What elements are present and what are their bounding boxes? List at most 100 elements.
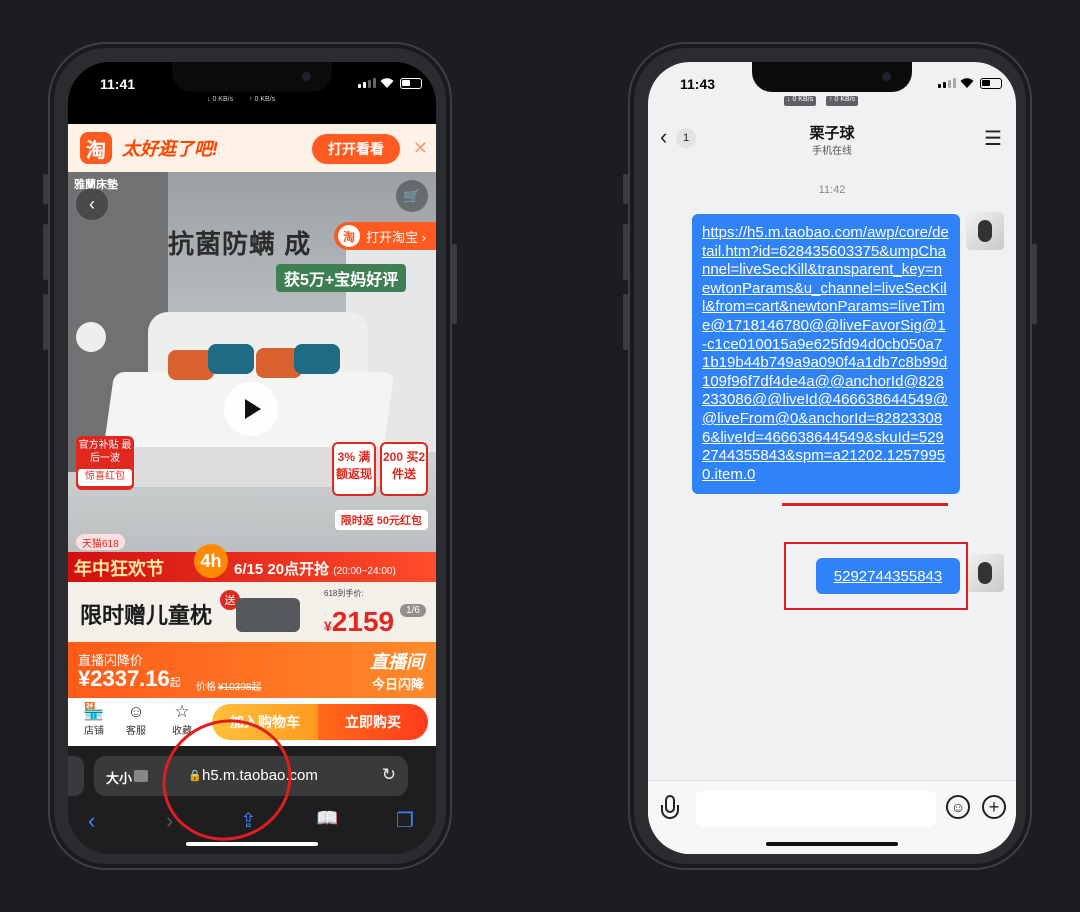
service-label: 客服: [126, 726, 146, 737]
rebate-badge: 限时返 50元红包: [334, 510, 428, 530]
bookmarks-icon[interactable]: 📖: [316, 808, 338, 829]
link-message-bubble[interactable]: https://h5.m.taobao.com/awp/core/detail.…: [692, 214, 960, 495]
festival-title: 年中狂欢节: [74, 559, 164, 579]
address-bar[interactable]: 大小 🔒 h5.m.taobao.com ↻: [94, 756, 408, 796]
lock-icon: 🔒: [188, 770, 202, 782]
camera-icon: [302, 72, 311, 81]
screen: 11:43 ↓ 0 KB/s ↑ 0 KB/s ‹ 1 栗子球 手机在线 ☰ 1…: [648, 62, 1016, 854]
close-icon[interactable]: ✕: [413, 138, 428, 159]
status-time: 11:41: [100, 76, 136, 92]
flash-price: ¥2337.16起: [78, 666, 181, 692]
phone-right: 11:43 ↓ 0 KB/s ↑ 0 KB/s ‹ 1 栗子球 手机在线 ☰ 1…: [623, 42, 1037, 870]
extension-icon[interactable]: [134, 770, 148, 782]
url-text[interactable]: h5.m.taobao.com: [202, 767, 318, 784]
gift-price-value: 2159: [331, 606, 395, 637]
tabs-icon[interactable]: ❐: [396, 808, 414, 833]
net-up: ↑ 0 KB/s: [826, 96, 859, 106]
product-link[interactable]: https://h5.m.taobao.com/awp/core/detail.…: [702, 224, 949, 483]
add-to-cart-button[interactable]: 加入购物车: [212, 704, 318, 740]
pillow-teal-2: [294, 344, 340, 374]
reload-icon[interactable]: ↻: [382, 765, 396, 785]
orig-label: 价格: [196, 682, 216, 693]
wifi-icon: [960, 78, 974, 88]
menu-icon[interactable]: ☰: [984, 126, 1002, 151]
cart-icon[interactable]: 🛒: [396, 180, 428, 212]
forward-icon[interactable]: ›: [166, 808, 173, 834]
store-icon: 🏪: [83, 702, 105, 721]
buy-now-button[interactable]: 立即购买: [318, 704, 428, 740]
coupon-buy2: 200 买2件送: [380, 442, 428, 496]
notch: [172, 62, 332, 92]
previous-tab-peek[interactable]: [68, 756, 84, 796]
open-taobao-button[interactable]: 淘 打开淘宝 ›: [334, 222, 436, 250]
pillow-teal: [208, 344, 254, 374]
customer-service-button[interactable]: ☺ 客服: [118, 702, 154, 737]
taobao-logo-icon: 淘: [80, 132, 112, 164]
promo-headline: 抗菌防螨 成: [168, 229, 312, 259]
mute-switch: [623, 174, 628, 204]
safari-toolbar: ‹ › ⇪ 📖 ❐: [68, 806, 436, 836]
festival-time-main: 6/15 20点开抢: [234, 561, 330, 578]
chat-header: ‹ 1 栗子球 手机在线 ☰: [648, 118, 1016, 162]
home-indicator[interactable]: [186, 842, 318, 846]
red-packet-label: 惊喜红包: [78, 469, 132, 486]
emoji-icon[interactable]: ☺: [946, 795, 970, 819]
volume-down-button: [43, 294, 48, 350]
taobao-logo-icon: 淘: [338, 225, 361, 247]
annotation-box: [784, 542, 968, 610]
home-indicator[interactable]: [766, 842, 898, 846]
contact-status: 手机在线: [812, 146, 852, 157]
festival-time-sub: (20:00~24:00): [333, 566, 396, 577]
page-menu-button[interactable]: 大小: [106, 768, 132, 787]
phone-left: 11:41 ↓ 0 KB/s ↑ 0 KB/s 淘 太好逛了吧! 打开看看 ✕: [43, 42, 457, 870]
open-app-button[interactable]: 打开看看: [312, 134, 400, 164]
gift-banner: 限时赠儿童枕 送 618到手价: ¥2159: [68, 582, 436, 642]
gift-price: ¥2159: [324, 606, 394, 638]
screen: 11:41 ↓ 0 KB/s ↑ 0 KB/s 淘 太好逛了吧! 打开看看 ✕: [68, 62, 436, 854]
image-index: 1/6: [400, 604, 426, 617]
festival-banner: 年中狂欢节 4h 6/15 20点开抢 (20:00~24:00): [68, 544, 436, 582]
volume-down-button: [623, 294, 628, 350]
annotation-underline: [782, 503, 948, 506]
status-time: 11:43: [680, 76, 716, 92]
flash-price-value: ¥2337.16: [78, 666, 170, 691]
taobao-app-banner: 淘 太好逛了吧! 打开看看 ✕: [68, 124, 436, 172]
tmall-618-tag: 天猫618: [76, 534, 125, 550]
wifi-icon: [380, 78, 394, 88]
avatar[interactable]: [966, 212, 1004, 250]
banner-slogan: 太好逛了吧!: [122, 139, 218, 159]
signal-icon: [938, 78, 956, 88]
camera-icon: [882, 72, 891, 81]
store-button[interactable]: 🏪 店铺: [76, 702, 112, 737]
mic-icon[interactable]: [660, 795, 680, 825]
volume-up-button: [623, 224, 628, 280]
plus-icon[interactable]: +: [982, 795, 1006, 819]
coupon-cashback: 3% 满额返现: [332, 442, 376, 496]
volume-up-button: [43, 224, 48, 280]
live-room-label[interactable]: 直播间: [370, 648, 424, 674]
share-icon[interactable]: ⇪: [240, 808, 257, 833]
product-action-bar: 🏪 店铺 ☺ 客服 ☆ 收藏 加入购物车 立即购买: [68, 698, 436, 746]
message-input[interactable]: [696, 791, 936, 827]
battery-icon: [400, 78, 422, 89]
child-pillow-image: [236, 598, 300, 632]
star-icon: ☆: [174, 702, 190, 721]
power-button: [452, 244, 457, 324]
original-price: 价格 ¥10398起: [196, 678, 261, 693]
store-label: 店铺: [84, 726, 104, 737]
message-timestamp: 11:42: [818, 184, 846, 196]
gift-currency: ¥: [324, 618, 332, 634]
favorite-button[interactable]: ☆ 收藏: [164, 702, 200, 737]
contact-name: 栗子球: [809, 125, 855, 142]
signal-icon: [358, 78, 376, 88]
net-down: ↓ 0 KB/s: [207, 96, 234, 103]
back-icon[interactable]: ‹: [88, 808, 95, 834]
play-icon[interactable]: [224, 382, 278, 436]
net-down: ↓ 0 KB/s: [784, 96, 817, 106]
battery-icon: [980, 78, 1002, 89]
lamp-decor: [76, 322, 106, 352]
back-icon[interactable]: ‹: [76, 188, 108, 220]
product-image[interactable]: 雅蘭床墊 ‹ 🛒 抗菌防螨 成 淘 打开淘宝 › 获5万+宝妈好评 官方补贴 最…: [68, 172, 436, 642]
network-speed: ↓ 0 KB/s ↑ 0 KB/s: [784, 96, 859, 106]
avatar[interactable]: [966, 554, 1004, 592]
